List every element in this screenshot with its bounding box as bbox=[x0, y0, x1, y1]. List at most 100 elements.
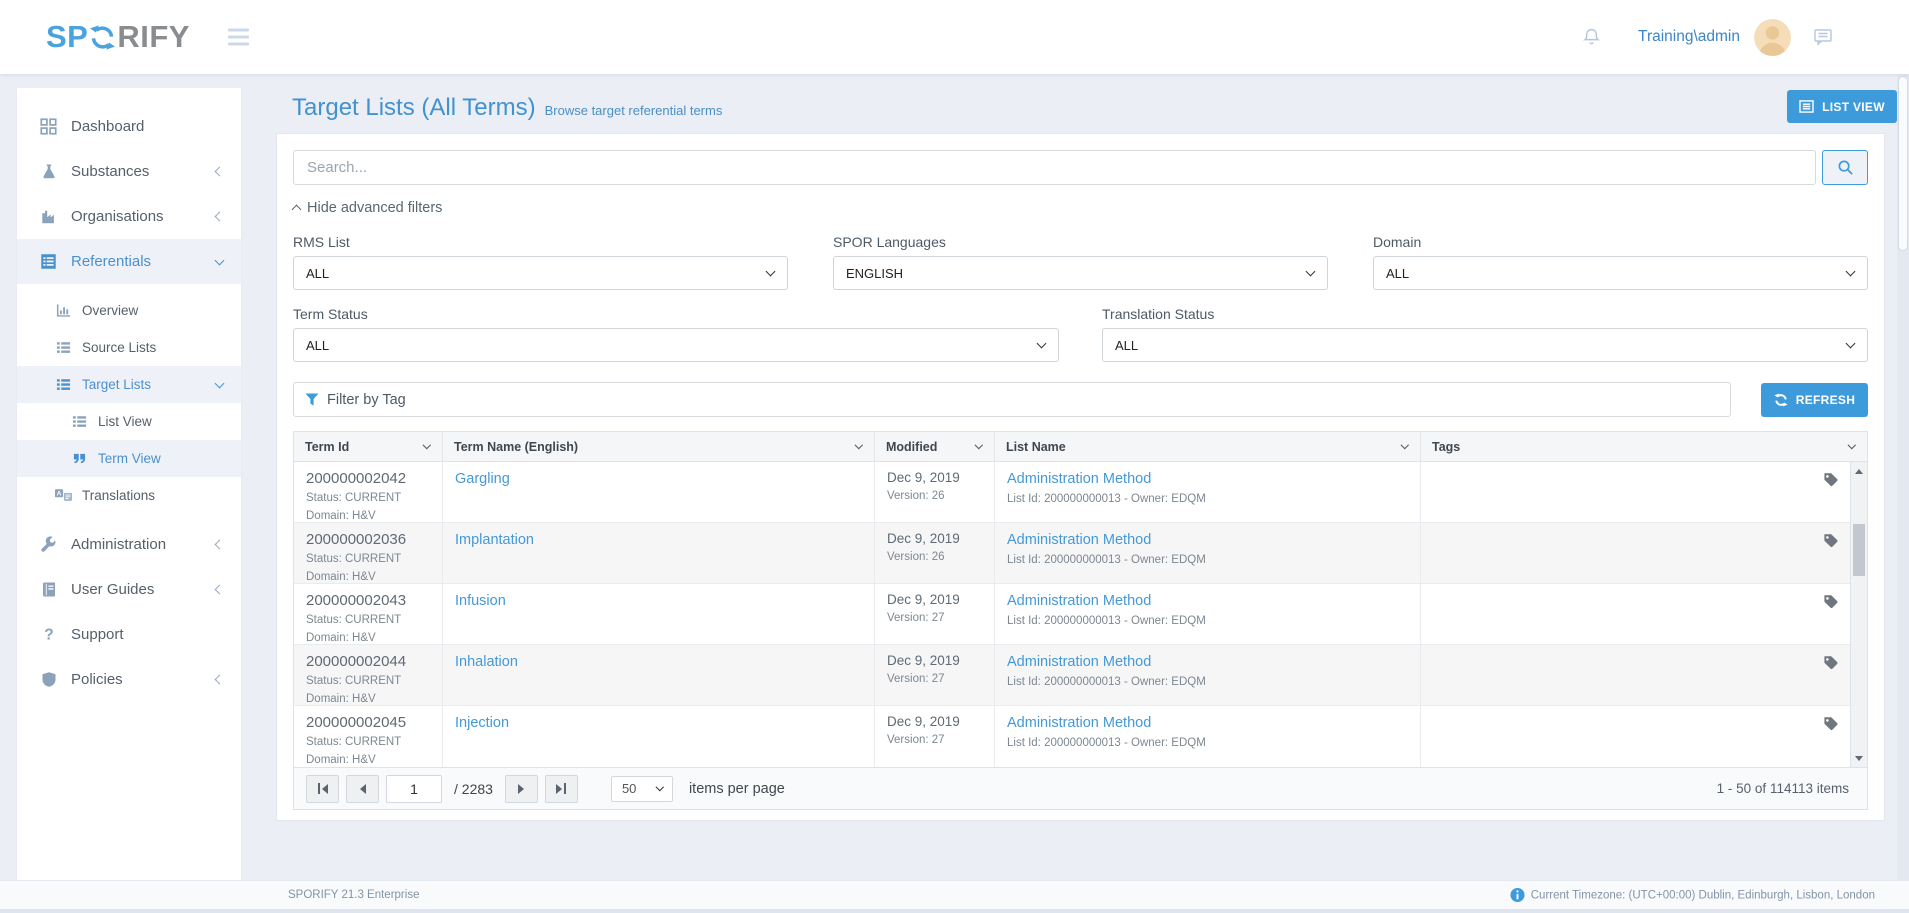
tag-icon[interactable] bbox=[1823, 533, 1838, 553]
term-name-link[interactable]: Gargling bbox=[455, 471, 510, 487]
app-logo[interactable]: SP RIFY bbox=[46, 19, 190, 55]
dashboard-icon bbox=[39, 118, 58, 135]
table-row[interactable]: 200000002043Status: CURRENTDomain: H&VIn… bbox=[294, 584, 1850, 645]
first-page-button[interactable] bbox=[306, 775, 339, 803]
refresh-button[interactable]: REFRESH bbox=[1761, 383, 1868, 417]
sidebar-item-referentials[interactable]: Referentials bbox=[17, 239, 241, 284]
grid-body: 200000002042Status: CURRENTDomain: H&VGa… bbox=[294, 462, 1867, 767]
page-scrollbar[interactable] bbox=[1897, 74, 1909, 913]
svg-text:A: A bbox=[57, 491, 62, 498]
column-menu-icon[interactable] bbox=[854, 441, 862, 449]
grid-scrollbar-thumb[interactable] bbox=[1853, 524, 1865, 576]
tag-icon[interactable] bbox=[1823, 716, 1838, 736]
list-name-link[interactable]: Administration Method bbox=[1007, 593, 1151, 609]
list-name-link[interactable]: Administration Method bbox=[1007, 654, 1151, 670]
page-number-input[interactable] bbox=[386, 775, 442, 803]
domain-select[interactable]: ALL bbox=[1373, 256, 1868, 290]
list-view-button[interactable]: LIST VIEW bbox=[1787, 90, 1897, 123]
list-name-link[interactable]: Administration Method bbox=[1007, 715, 1151, 731]
sidebar-item-translations[interactable]: A Translations bbox=[17, 477, 241, 514]
hide-advanced-filters-toggle[interactable]: Hide advanced filters bbox=[293, 198, 442, 218]
term-name-link[interactable]: Inhalation bbox=[455, 654, 518, 670]
menu-toggle-icon[interactable] bbox=[228, 29, 249, 46]
column-menu-icon[interactable] bbox=[422, 441, 430, 449]
scroll-down-icon[interactable] bbox=[1851, 750, 1867, 766]
page-head: Target Lists (All Terms) Browse target r… bbox=[292, 94, 722, 122]
svg-text:?: ? bbox=[44, 627, 53, 643]
list-name-cell: Administration MethodList Id: 2000000000… bbox=[995, 706, 1421, 767]
list-icon bbox=[71, 414, 88, 429]
table-row[interactable]: 200000002042Status: CURRENTDomain: H&VGa… bbox=[294, 462, 1850, 523]
tag-icon[interactable] bbox=[1823, 472, 1838, 492]
next-page-button[interactable] bbox=[505, 775, 538, 803]
items-per-page-select[interactable]: 50 bbox=[611, 776, 673, 802]
sidebar-item-dashboard[interactable]: Dashboard bbox=[17, 104, 241, 149]
list-icon bbox=[55, 377, 72, 392]
column-menu-icon[interactable] bbox=[1847, 441, 1855, 449]
sidebar-item-substances[interactable]: Substances bbox=[17, 149, 241, 194]
sidebar-item-label: Translations bbox=[82, 488, 155, 503]
column-header-term-id[interactable]: Term Id bbox=[294, 432, 443, 461]
sidebar-item-support[interactable]: ?Support bbox=[17, 612, 241, 657]
chevron-down-icon bbox=[216, 383, 223, 387]
column-menu-icon[interactable] bbox=[974, 441, 982, 449]
logo-refresh-icon bbox=[88, 24, 117, 51]
sidebar-item-list-view[interactable]: List View bbox=[17, 403, 241, 440]
caret-up-icon bbox=[292, 205, 302, 215]
tag-icon[interactable] bbox=[1823, 655, 1838, 675]
sidebar-item-source-lists[interactable]: Source Lists bbox=[17, 329, 241, 366]
list-name-cell: Administration MethodList Id: 2000000000… bbox=[995, 584, 1421, 644]
list-name-link[interactable]: Administration Method bbox=[1007, 532, 1151, 548]
scroll-up-icon[interactable] bbox=[1851, 463, 1867, 479]
modified-cell: Dec 9, 2019Version: 26 bbox=[875, 523, 995, 583]
spor-languages-select[interactable]: ENGLISH bbox=[833, 256, 1328, 290]
prev-page-button[interactable] bbox=[346, 775, 379, 803]
pager: / 2283 50 items per page 1 - 50 of 11411… bbox=[294, 767, 1867, 809]
term-id-cell: 200000002045Status: CURRENTDomain: H&V bbox=[294, 706, 443, 767]
items-per-page-label: items per page bbox=[689, 781, 785, 797]
sidebar-item-label: Referentials bbox=[71, 253, 151, 270]
tag-icon[interactable] bbox=[1823, 594, 1838, 614]
user-menu[interactable]: Training\admin bbox=[1638, 28, 1740, 46]
sidebar-item-overview[interactable]: Overview bbox=[17, 292, 241, 329]
grid-scrollbar[interactable] bbox=[1850, 462, 1867, 767]
column-header-term-name-english-[interactable]: Term Name (English) bbox=[443, 432, 875, 461]
last-page-button[interactable] bbox=[545, 775, 578, 803]
notifications-bell-icon[interactable] bbox=[1581, 27, 1602, 48]
tags-cell bbox=[1421, 584, 1850, 644]
table-row[interactable]: 200000002045Status: CURRENTDomain: H&V In… bbox=[294, 706, 1850, 767]
page-scrollbar-thumb[interactable] bbox=[1898, 76, 1908, 251]
term-name-link[interactable]: Injection bbox=[455, 715, 509, 731]
sidebar-item-target-lists[interactable]: Target Lists bbox=[17, 366, 241, 403]
table-row[interactable]: 200000002036Status: CURRENTDomain: H&VIm… bbox=[294, 523, 1850, 584]
sidebar-item-label: Term View bbox=[98, 451, 161, 466]
rms-list-select[interactable]: ALL bbox=[293, 256, 788, 290]
list-name-link[interactable]: Administration Method bbox=[1007, 471, 1151, 487]
list-name-cell: Administration MethodList Id: 2000000000… bbox=[995, 462, 1421, 522]
modified-cell: Dec 9, 2019Version: 27 bbox=[875, 645, 995, 705]
term-name-link[interactable]: Implantation bbox=[455, 532, 534, 548]
tag-filter-input[interactable]: Filter by Tag bbox=[293, 382, 1731, 417]
sidebar-item-organisations[interactable]: Organisations bbox=[17, 194, 241, 239]
avatar[interactable] bbox=[1754, 19, 1791, 56]
column-menu-icon[interactable] bbox=[1400, 441, 1408, 449]
translation-status-select[interactable]: ALL bbox=[1102, 328, 1868, 362]
chevron-down-icon bbox=[216, 260, 223, 264]
column-header-modified[interactable]: Modified bbox=[875, 432, 995, 461]
terms-grid: Term IdTerm Name (English)ModifiedList N… bbox=[293, 431, 1868, 810]
domain-label: Domain bbox=[1373, 234, 1868, 250]
tag-filter-row: Filter by Tag REFRESH bbox=[293, 382, 1868, 417]
column-header-tags[interactable]: Tags bbox=[1421, 432, 1867, 461]
term-status-select[interactable]: ALL bbox=[293, 328, 1059, 362]
sidebar-item-administration[interactable]: Administration bbox=[17, 522, 241, 567]
sidebar-item-user-guides[interactable]: User Guides bbox=[17, 567, 241, 612]
search-input[interactable] bbox=[293, 150, 1816, 185]
feedback-chat-icon[interactable] bbox=[1813, 27, 1833, 47]
logo-text-sp: SP bbox=[46, 19, 88, 55]
table-row[interactable]: 200000002044Status: CURRENTDomain: H&VIn… bbox=[294, 645, 1850, 706]
sidebar-item-term-view[interactable]: Term View bbox=[17, 440, 241, 477]
sidebar-item-policies[interactable]: Policies bbox=[17, 657, 241, 702]
term-name-link[interactable]: Infusion bbox=[455, 593, 506, 609]
column-header-list-name[interactable]: List Name bbox=[995, 432, 1421, 461]
search-button[interactable] bbox=[1822, 150, 1868, 185]
